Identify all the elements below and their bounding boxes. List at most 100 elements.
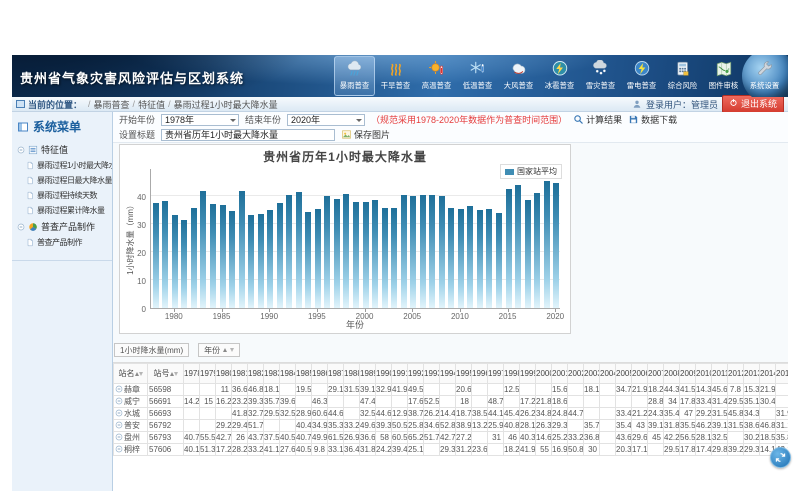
- chart-bar[interactable]: [372, 200, 378, 308]
- chart-bar[interactable]: [363, 202, 369, 308]
- menu-item[interactable]: 暴雨过程累计降水量: [12, 203, 112, 218]
- chart-bar[interactable]: [296, 192, 302, 308]
- year-column-header[interactable]: 2010: [696, 364, 712, 384]
- year-column-header[interactable]: 2015: [776, 364, 789, 384]
- chart-bar[interactable]: [353, 202, 359, 308]
- chart-bar[interactable]: [401, 195, 407, 308]
- year-column-header[interactable]: 2008: [664, 364, 680, 384]
- measure-field-chip[interactable]: 1小时降水量(mm): [114, 343, 189, 357]
- year-column-header[interactable]: 1978: [184, 364, 200, 384]
- chart-bar[interactable]: [506, 189, 512, 308]
- chart-bar[interactable]: [220, 205, 226, 308]
- year-column-header[interactable]: 1996: [472, 364, 488, 384]
- chart-bar[interactable]: [200, 191, 206, 308]
- year-column-header[interactable]: 2003: [584, 364, 600, 384]
- logout-button[interactable]: 退出系统: [722, 95, 784, 113]
- year-column-header[interactable]: 2001: [552, 364, 568, 384]
- nav-item-snow[interactable]: 雪灾普查: [580, 56, 621, 96]
- nav-item-map-review[interactable]: 图件审核: [703, 56, 744, 96]
- menu-group-product-making[interactable]: 普查产品制作: [12, 218, 112, 235]
- year-column-header[interactable]: 1989: [360, 364, 376, 384]
- year-column-header[interactable]: 2006: [632, 364, 648, 384]
- year-column-header[interactable]: 1999: [520, 364, 536, 384]
- chart-bar[interactable]: [181, 220, 187, 309]
- breadcrumb-item[interactable]: 暴雨过程1小时最大降水量: [174, 98, 278, 111]
- station-id-header[interactable]: 站号: [148, 364, 184, 384]
- nav-item-settings[interactable]: 系统设置: [744, 56, 785, 96]
- end-year-select[interactable]: 2020年: [287, 114, 365, 126]
- chart-bar[interactable]: [448, 208, 454, 308]
- start-year-select[interactable]: 1978年: [161, 114, 239, 126]
- year-column-header[interactable]: 2002: [568, 364, 584, 384]
- chart-bar[interactable]: [544, 181, 550, 308]
- year-column-header[interactable]: 2004: [600, 364, 616, 384]
- nav-item-risk[interactable]: 综合风险: [662, 56, 703, 96]
- chart-bar[interactable]: [305, 212, 311, 308]
- year-column-header[interactable]: 1992: [408, 364, 424, 384]
- breadcrumb-item[interactable]: 特征值: [138, 98, 165, 111]
- chart-bar[interactable]: [153, 203, 159, 308]
- chart-bar[interactable]: [525, 200, 531, 308]
- chart-bar[interactable]: [429, 195, 435, 308]
- chart-bar[interactable]: [324, 196, 330, 308]
- chart-bar[interactable]: [486, 209, 492, 308]
- sort-desc-icon[interactable]: [139, 372, 143, 376]
- menu-item[interactable]: 暴雨过程日最大降水量: [12, 173, 112, 188]
- chart-bar[interactable]: [458, 209, 464, 308]
- chart-bar[interactable]: [191, 208, 197, 309]
- nav-item-lightning[interactable]: 雷电普查: [621, 56, 662, 96]
- chart-bar[interactable]: [420, 195, 426, 308]
- year-column-header[interactable]: 2012: [728, 364, 744, 384]
- chart-bar[interactable]: [439, 196, 445, 308]
- chart-title-input[interactable]: 贵州省历年1小时最大降水量: [161, 129, 335, 141]
- chart-bar[interactable]: [267, 210, 273, 308]
- station-name-header[interactable]: 站名: [114, 364, 148, 384]
- menu-item[interactable]: 普查产品制作: [12, 235, 112, 250]
- chart-bar[interactable]: [410, 196, 416, 308]
- year-column-header[interactable]: 1980: [216, 364, 232, 384]
- column-field-chip[interactable]: 年份: [198, 343, 240, 357]
- nav-item-hail[interactable]: 冰雹普查: [539, 56, 580, 96]
- menu-item[interactable]: 暴雨过程持续天数: [12, 188, 112, 203]
- save-image-button[interactable]: 保存图片: [341, 128, 390, 141]
- chart-bar[interactable]: [391, 208, 397, 308]
- chart-bar[interactable]: [467, 206, 473, 308]
- year-column-header[interactable]: 2005: [616, 364, 632, 384]
- breadcrumb-item[interactable]: 暴雨普查: [94, 98, 130, 111]
- year-column-header[interactable]: 2013: [744, 364, 760, 384]
- menu-group-feature-values[interactable]: 特征值: [12, 141, 112, 158]
- chart-bar[interactable]: [534, 193, 540, 308]
- year-column-header[interactable]: 2011: [712, 364, 728, 384]
- year-column-header[interactable]: 1985: [296, 364, 312, 384]
- chart-bar[interactable]: [343, 194, 349, 308]
- nav-item-rainstorm[interactable]: 暴雨普查: [334, 56, 375, 96]
- nav-item-low-temp[interactable]: 低温普查: [457, 56, 498, 96]
- year-column-header[interactable]: 1987: [328, 364, 344, 384]
- year-column-header[interactable]: 1995: [456, 364, 472, 384]
- menu-item[interactable]: 暴雨过程1小时最大降水量: [12, 158, 112, 173]
- year-column-header[interactable]: 2014: [760, 364, 776, 384]
- year-column-header[interactable]: 1991: [392, 364, 408, 384]
- chart-bar[interactable]: [553, 183, 559, 308]
- nav-item-high-temp[interactable]: 高温普查: [416, 56, 457, 96]
- year-column-header[interactable]: 1998: [504, 364, 520, 384]
- year-column-header[interactable]: 1990: [376, 364, 392, 384]
- year-column-header[interactable]: 1994: [440, 364, 456, 384]
- year-column-header[interactable]: 1984: [280, 364, 296, 384]
- chart-bar[interactable]: [477, 210, 483, 308]
- nav-item-wind[interactable]: 大风普查: [498, 56, 539, 96]
- chart-bar[interactable]: [286, 195, 292, 308]
- year-column-header[interactable]: 2009: [680, 364, 696, 384]
- chart-bar[interactable]: [162, 201, 168, 308]
- chart-bar[interactable]: [239, 191, 245, 308]
- download-button[interactable]: 数据下载: [628, 113, 677, 126]
- chart-bar[interactable]: [172, 215, 178, 308]
- chart-bar[interactable]: [258, 214, 264, 308]
- chart-bar[interactable]: [248, 215, 254, 308]
- refresh-float-button[interactable]: [770, 447, 791, 468]
- calculate-button[interactable]: 计算结果: [573, 113, 622, 126]
- year-column-header[interactable]: 1979: [200, 364, 216, 384]
- chart-bar[interactable]: [277, 203, 283, 308]
- year-column-header[interactable]: 1986: [312, 364, 328, 384]
- year-column-header[interactable]: 1983: [264, 364, 280, 384]
